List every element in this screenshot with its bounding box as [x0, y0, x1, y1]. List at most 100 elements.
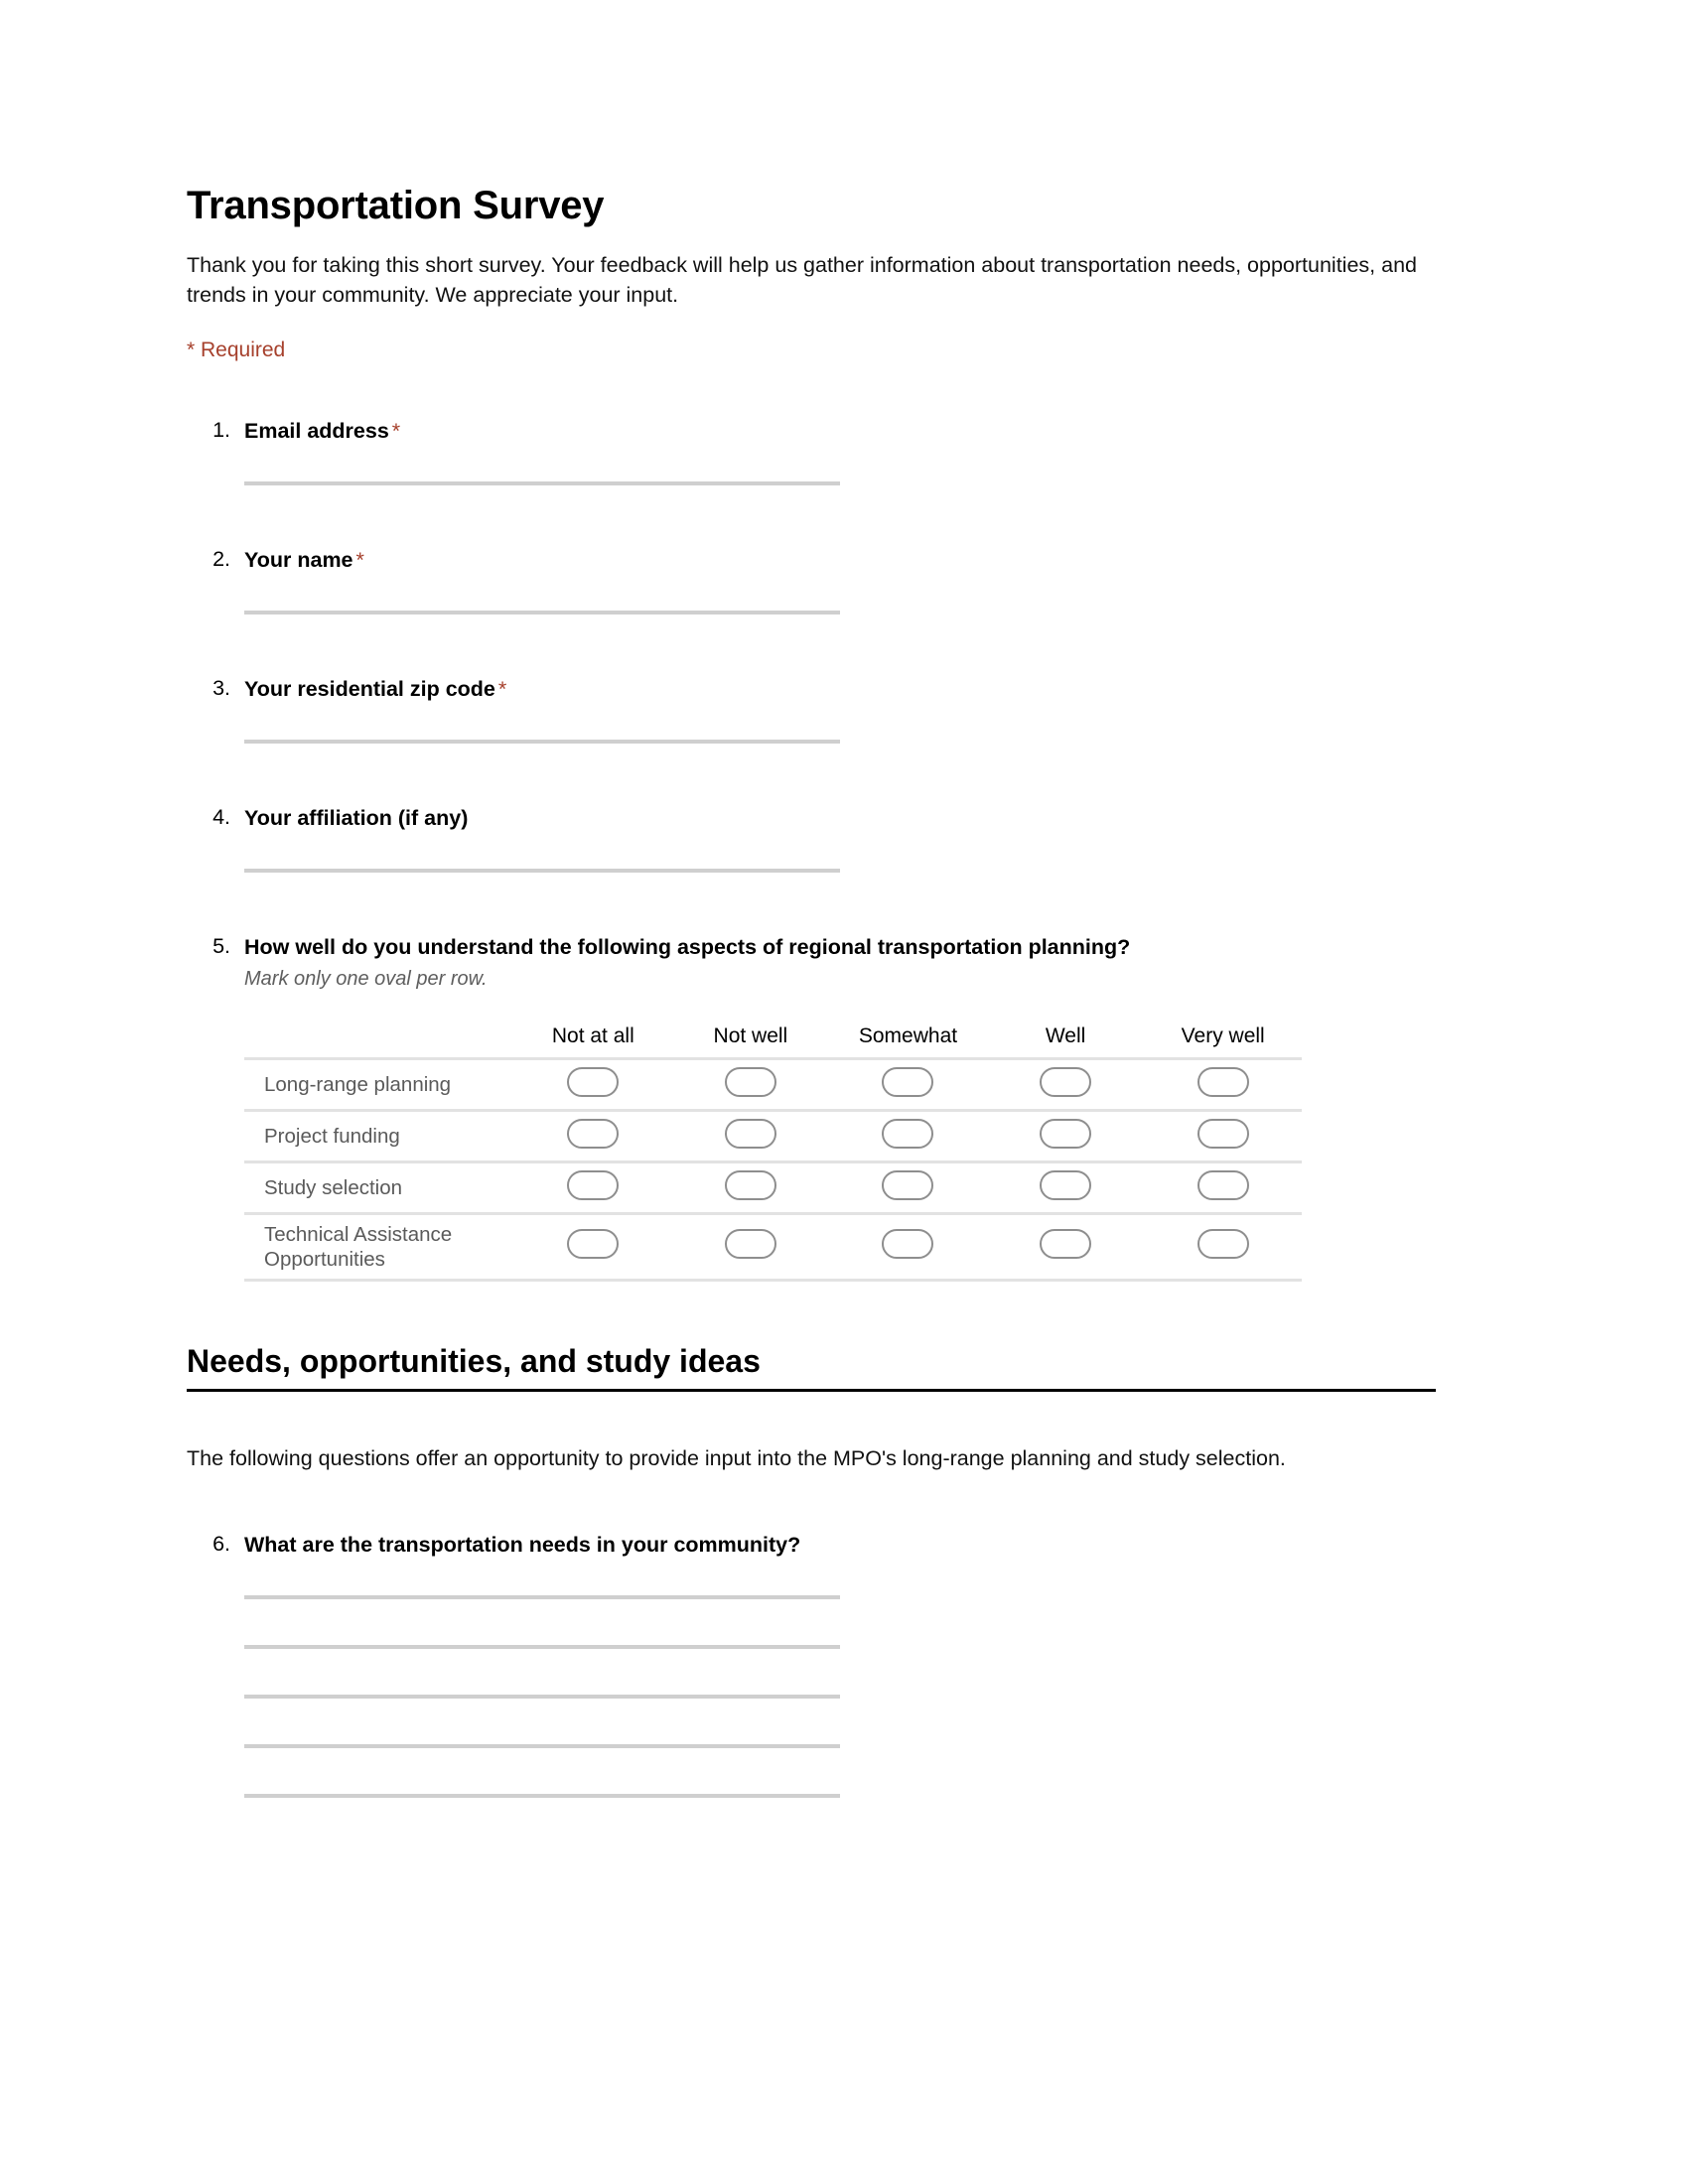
grid-column-header-2: Somewhat [858, 1024, 958, 1047]
required-note: * Required [187, 338, 286, 361]
oval-radio-icon[interactable] [1040, 1118, 1092, 1149]
oval-radio-icon[interactable] [1040, 1229, 1092, 1260]
oval-radio-icon[interactable] [1196, 1229, 1249, 1260]
help-label: Mark only one oval per row [244, 967, 483, 990]
answer-line[interactable] [244, 1793, 840, 1798]
oval-radio-icon[interactable] [882, 1229, 934, 1260]
oval-radio-icon[interactable] [1040, 1066, 1092, 1097]
question-number: 3. [212, 675, 230, 700]
required-star: * [355, 547, 364, 572]
line-spacer [244, 1599, 1438, 1645]
question-label: Your residential zip code [244, 676, 495, 701]
grid-cell-1-2[interactable] [829, 1108, 987, 1162]
question-title: Your affiliation (if any) [244, 805, 1438, 833]
question-title: Your name * [244, 547, 1438, 575]
oval-radio-icon[interactable] [567, 1118, 620, 1149]
grid-cell-2-0[interactable] [514, 1160, 672, 1214]
grid-cell-2-3[interactable] [986, 1160, 1145, 1214]
grid-column-header-4: Very well [1181, 1024, 1265, 1047]
question-5: 5. How well do you understand the follow… [187, 934, 1438, 1282]
oval-radio-icon[interactable] [882, 1169, 934, 1200]
grid-cell-3-1[interactable] [671, 1211, 830, 1282]
section-divider [187, 1389, 1436, 1393]
question-number: 2. [212, 546, 230, 571]
grid-cell-2-4[interactable] [1144, 1160, 1302, 1214]
grid-column-header-1: Not well [713, 1024, 788, 1047]
answer-line[interactable] [244, 739, 840, 744]
grid-cell-0-0[interactable] [514, 1056, 672, 1111]
question-3: 3. Your residential zip code * [187, 676, 1438, 744]
answer-area[interactable] [244, 610, 1438, 614]
answer-area[interactable] [244, 1594, 1438, 1798]
oval-radio-icon[interactable] [567, 1169, 620, 1200]
grid-cell-3-0[interactable] [514, 1211, 672, 1282]
answer-line[interactable] [244, 480, 840, 485]
line-spacer [244, 1649, 1438, 1695]
oval-radio-icon[interactable] [724, 1229, 776, 1260]
help-suffix: . [482, 967, 488, 990]
grid-cell-1-4[interactable] [1144, 1108, 1302, 1162]
grid-column-header-0: Not at all [551, 1024, 634, 1047]
answer-area[interactable] [244, 480, 1438, 485]
oval-radio-icon[interactable] [567, 1066, 620, 1097]
grid-row: Project funding [244, 1108, 1302, 1162]
rating-grid: Not at all Not well Somewhat Well Very w… [244, 1024, 1302, 1282]
grid-cell-0-2[interactable] [829, 1056, 987, 1111]
oval-radio-icon[interactable] [1040, 1169, 1092, 1200]
question-6: 6. What are the transportation needs in … [187, 1532, 1438, 1798]
grid-row-label-0: Long-range planning [244, 1056, 514, 1111]
grid-cell-1-3[interactable] [986, 1108, 1145, 1162]
grid-cell-1-0[interactable] [514, 1108, 672, 1162]
grid-header-row: Not at all Not well Somewhat Well Very w… [244, 1024, 1302, 1059]
oval-radio-icon[interactable] [724, 1118, 776, 1149]
answer-line[interactable] [244, 610, 840, 614]
oval-radio-icon[interactable] [724, 1066, 776, 1097]
oval-radio-icon[interactable] [567, 1229, 620, 1260]
line-spacer [244, 1748, 1438, 1794]
grid-row: Long-range planning [244, 1056, 1302, 1111]
grid-row-label-2: Study selection [244, 1160, 514, 1214]
oval-radio-icon[interactable] [1196, 1066, 1249, 1097]
answer-area[interactable] [244, 868, 1438, 873]
oval-radio-icon[interactable] [724, 1169, 776, 1200]
grid-cell-2-2[interactable] [829, 1160, 987, 1214]
form-intro-text: Thank you for taking this short survey. … [187, 252, 1417, 308]
oval-radio-icon[interactable] [882, 1066, 934, 1097]
grid-cell-3-3[interactable] [986, 1211, 1145, 1282]
grid-cell-0-4[interactable] [1144, 1056, 1302, 1111]
grid-row-label-1: Project funding [244, 1108, 514, 1162]
grid-cell-0-1[interactable] [671, 1056, 830, 1111]
answer-area[interactable] [244, 739, 1438, 744]
question-label: Email address [244, 418, 389, 443]
question-number: 5. [212, 933, 230, 958]
question-help-text: Mark only one oval per row. [244, 968, 1438, 991]
question-title: Your residential zip code * [244, 676, 1438, 704]
answer-line[interactable] [244, 868, 840, 873]
section-header: Needs, opportunities, and study ideas Th… [187, 1343, 1438, 1474]
grid-cell-0-3[interactable] [986, 1056, 1145, 1111]
oval-radio-icon[interactable] [1196, 1118, 1249, 1149]
grid-cell-2-1[interactable] [671, 1160, 830, 1214]
required-star: * [497, 676, 507, 701]
question-1: 1. Email address * [187, 418, 1438, 485]
question-title: Email address * [244, 418, 1438, 446]
question-label: How well do you understand the following… [244, 934, 1131, 959]
grid-cell-3-2[interactable] [829, 1211, 987, 1282]
grid-corner-blank [244, 1024, 514, 1059]
question-label: Your name [244, 547, 353, 572]
oval-radio-icon[interactable] [882, 1118, 934, 1149]
grid-cell-1-1[interactable] [671, 1108, 830, 1162]
question-number: 4. [212, 804, 230, 829]
question-4: 4. Your affiliation (if any) [187, 805, 1438, 873]
grid-question-table: Not at all Not well Somewhat Well Very w… [244, 1024, 1438, 1282]
line-spacer [244, 1699, 1438, 1744]
grid-row-label-3: Technical Assistance Opportunities [244, 1211, 514, 1282]
grid-cell-3-4[interactable] [1144, 1211, 1302, 1282]
grid-column-header-3: Well [1045, 1024, 1086, 1047]
oval-radio-icon[interactable] [1196, 1169, 1249, 1200]
question-number: 6. [212, 1531, 230, 1556]
